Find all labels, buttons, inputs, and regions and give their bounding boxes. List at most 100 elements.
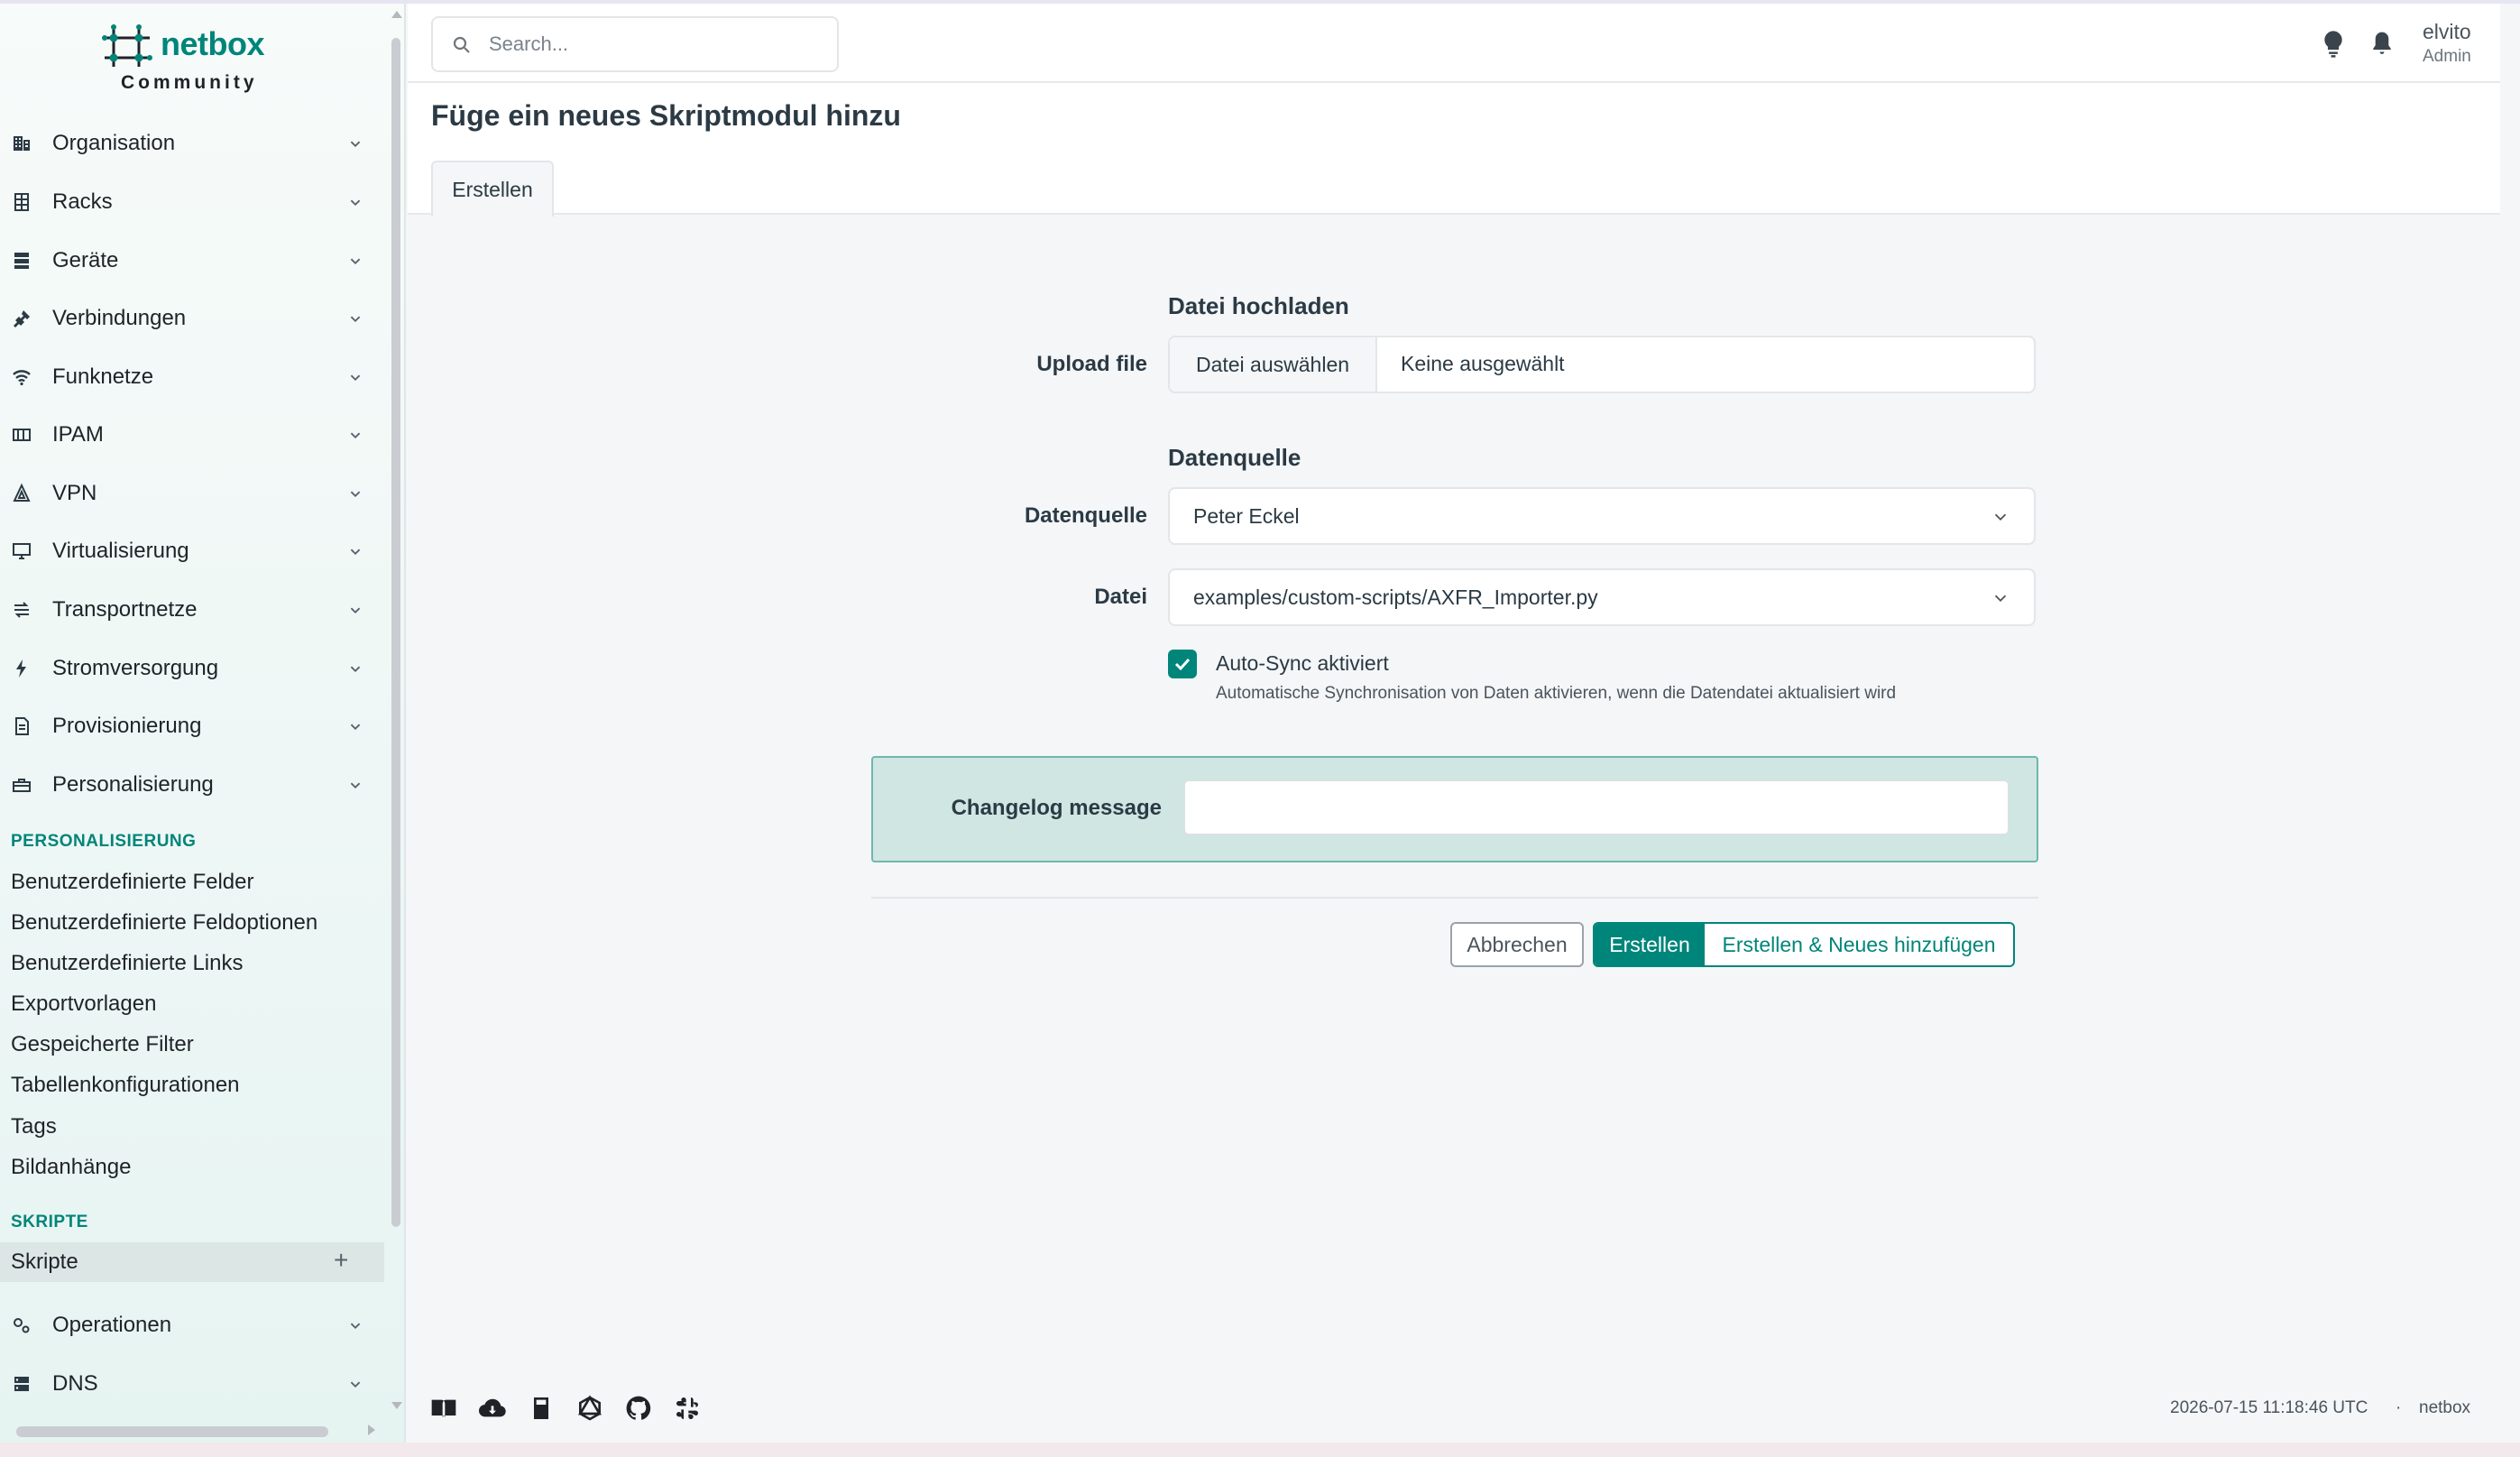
dns-icon — [14, 1377, 29, 1391]
docs-icon[interactable] — [429, 1394, 458, 1423]
datasource-label: Datenquelle — [1024, 503, 1147, 528]
tunnel-icon — [13, 483, 31, 502]
graphql-icon[interactable] — [575, 1394, 604, 1423]
nav-label: Virtualisierung — [52, 539, 189, 563]
chevron-down-icon — [350, 432, 361, 439]
link-tags[interactable]: Tags — [11, 1114, 57, 1139]
cogs-icon — [14, 1318, 30, 1333]
nav-geraete[interactable]: Geräte — [0, 235, 379, 286]
upload-file-label: Upload file — [1036, 352, 1147, 376]
link-table-configs[interactable]: Tabellenkonfigurationen — [11, 1073, 240, 1098]
sidebar-item-skripte[interactable]: Skripte + — [0, 1242, 384, 1282]
book-icon[interactable] — [527, 1394, 556, 1423]
lightbulb-icon[interactable] — [2320, 29, 2347, 60]
file-select[interactable]: examples/custom-scripts/AXFR_Importer.py — [1168, 568, 2036, 626]
chevron-down-icon — [350, 724, 361, 731]
file-upload-field[interactable]: Datei auswählen Keine ausgewählt — [1168, 336, 2036, 393]
tab-erstellen[interactable]: Erstellen — [431, 161, 554, 217]
link-custom-field-choices[interactable]: Benutzerdefinierte Feldoptionen — [11, 910, 317, 936]
changelog-label: Changelog message — [951, 796, 1162, 820]
user-role: Admin — [2423, 47, 2471, 66]
chevron-down-icon — [350, 141, 361, 148]
chevron-down-icon — [350, 258, 361, 265]
transit-icon — [14, 602, 29, 618]
netbox-logo[interactable]: netbox Community — [101, 22, 281, 103]
flash-icon — [16, 659, 26, 678]
auto-sync-label[interactable]: Auto-Sync aktiviert — [1216, 651, 1389, 676]
nav-label: Personalisierung — [52, 772, 214, 797]
nav-label: Verbindungen — [52, 306, 187, 330]
section-header-personalisierung: PERSONALISIERUNG — [11, 832, 197, 851]
link-saved-filters[interactable]: Gespeicherte Filter — [11, 1032, 194, 1057]
chevron-down-icon — [350, 199, 361, 207]
link-custom-fields[interactable]: Benutzerdefinierte Felder — [11, 870, 253, 895]
link-custom-links[interactable]: Benutzerdefinierte Links — [11, 951, 243, 976]
nav-label: Provisionierung — [52, 714, 202, 738]
scroll-up-arrow[interactable] — [391, 11, 402, 18]
footer-brand: netbox — [2419, 1398, 2471, 1417]
nav-verbindungen[interactable]: Verbindungen — [0, 293, 379, 344]
auto-sync-checkbox[interactable] — [1168, 650, 1197, 678]
search-input[interactable] — [489, 29, 823, 60]
monitor-icon — [13, 543, 31, 559]
cancel-button[interactable]: Abbrechen — [1450, 922, 1584, 967]
file-document-icon — [15, 717, 29, 735]
sidebar-horizontal-scrollbar[interactable] — [11, 1425, 390, 1437]
server-icon — [14, 253, 29, 269]
search-icon — [453, 36, 470, 53]
nav-organisation[interactable]: Organisation — [0, 118, 379, 169]
footer-timestamp: 2026-07-15 11:18:46 UTC — [2170, 1398, 2368, 1417]
link-export-templates[interactable]: Exportvorlagen — [11, 991, 156, 1017]
nav-label: Organisation — [52, 131, 176, 155]
datasource-select[interactable]: Peter Eckel — [1168, 487, 2036, 545]
nav-provisionierung[interactable]: Provisionierung — [0, 701, 379, 752]
chevron-down-icon — [350, 1323, 361, 1330]
nav-virtualisierung[interactable]: Virtualisierung — [0, 526, 379, 576]
create-button[interactable]: Erstellen — [1595, 924, 1705, 965]
slack-icon[interactable] — [673, 1394, 702, 1423]
file-status: Keine ausgewählt — [1401, 352, 1565, 375]
changelog-panel: Changelog message — [871, 756, 2038, 862]
check-icon — [1174, 658, 1191, 671]
create-button-group: Erstellen Erstellen & Neues hinzufügen — [1593, 922, 2015, 967]
section-header-skripte: SKRIPTE — [11, 1213, 88, 1231]
bottom-edge — [0, 1443, 2520, 1457]
plug-icon — [14, 310, 30, 327]
nav-dns[interactable]: DNS — [0, 1359, 379, 1409]
create-and-add-button[interactable]: Erstellen & Neues hinzufügen — [1705, 924, 2013, 965]
chevron-down-icon — [350, 607, 361, 614]
nav-label: Geräte — [52, 248, 119, 272]
changelog-input[interactable] — [1183, 779, 2010, 835]
file-value: examples/custom-scripts/AXFR_Importer.py — [1193, 586, 1598, 609]
choose-file-button[interactable]: Datei auswählen — [1170, 337, 1377, 392]
sidebar-vertical-scrollbar[interactable] — [390, 11, 402, 1409]
nav-transportnetze[interactable]: Transportnetze — [0, 585, 379, 635]
link-image-attachments[interactable]: Bildanhänge — [11, 1155, 131, 1180]
nav-vpn[interactable]: VPN — [0, 468, 379, 519]
nav-stromversorgung[interactable]: Stromversorgung — [0, 643, 379, 694]
chevron-down-icon — [350, 549, 361, 556]
nav-operationen[interactable]: Operationen — [0, 1300, 379, 1351]
nav-ipam[interactable]: IPAM — [0, 410, 379, 460]
nav-personalisierung[interactable]: Personalisierung — [0, 760, 379, 810]
logo-wordmark: netbox — [161, 25, 265, 62]
user-name[interactable]: elvito — [2423, 20, 2471, 44]
nav-label: Stromversorgung — [52, 656, 219, 680]
chevron-down-icon — [350, 666, 361, 673]
github-icon[interactable] — [624, 1394, 653, 1423]
cloud-api-icon[interactable] — [478, 1394, 507, 1423]
scroll-right-arrow[interactable] — [368, 1425, 375, 1435]
netbox-logo-icon — [102, 24, 152, 67]
scrollbar-thumb[interactable] — [391, 38, 400, 1227]
add-script-button[interactable]: + — [334, 1246, 348, 1275]
search-box[interactable] — [431, 16, 839, 72]
nav-funknetze[interactable]: Funknetze — [0, 352, 379, 402]
nav-label: DNS — [52, 1371, 98, 1396]
bell-icon[interactable] — [2368, 29, 2396, 60]
nav-label: VPN — [52, 481, 97, 505]
chevron-down-icon — [350, 1381, 361, 1388]
scrollbar-thumb[interactable] — [16, 1426, 328, 1437]
nav-racks[interactable]: Racks — [0, 177, 379, 227]
nav-label: Operationen — [52, 1313, 172, 1337]
scroll-down-arrow[interactable] — [391, 1402, 402, 1409]
